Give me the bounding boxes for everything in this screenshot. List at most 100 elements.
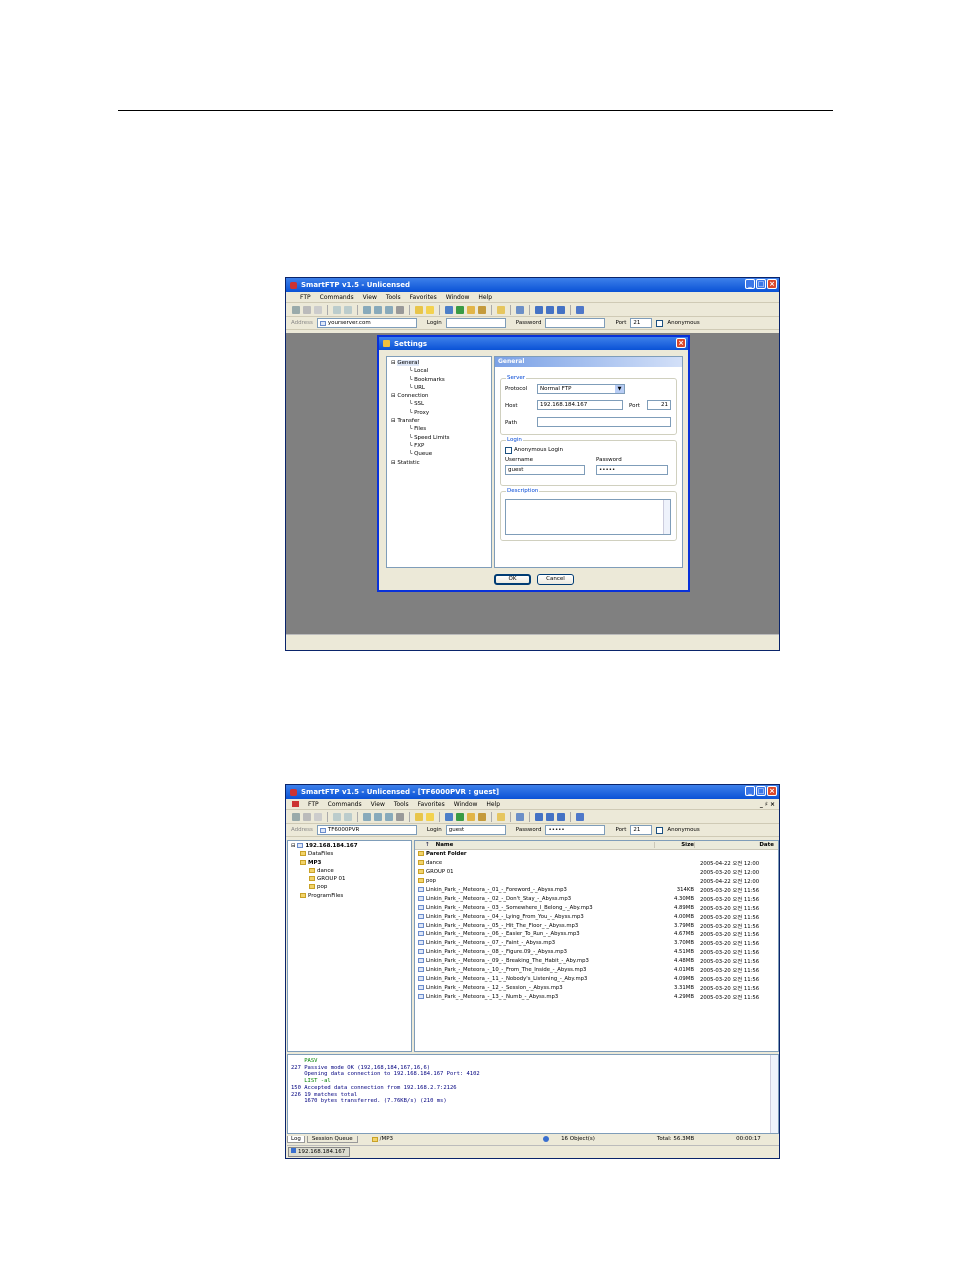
save-icon[interactable] bbox=[445, 305, 453, 314]
port-field[interactable]: 21 bbox=[647, 400, 671, 410]
login-field[interactable] bbox=[445, 318, 506, 328]
tree-item[interactable]: ⊟ Connection bbox=[391, 393, 491, 401]
menu-item-window[interactable]: Window bbox=[446, 294, 470, 301]
tab-log[interactable]: Log bbox=[287, 1135, 305, 1143]
close-button[interactable]: × bbox=[767, 786, 777, 796]
password-field[interactable]: ••••• bbox=[545, 825, 606, 835]
star-icon[interactable] bbox=[426, 812, 434, 821]
column-name[interactable]: ↑ Name bbox=[415, 842, 654, 848]
stop-icon[interactable] bbox=[314, 305, 322, 314]
host-field[interactable]: 192.168.184.167 bbox=[537, 400, 623, 410]
menu-item-favorites[interactable]: Favorites bbox=[410, 294, 437, 301]
menu-item-ftp[interactable]: FTP bbox=[308, 801, 319, 808]
file-row[interactable]: Linkin_Park_-_Meteora_-_08_-_Figure.09_-… bbox=[415, 948, 778, 957]
username-field[interactable]: guest bbox=[505, 465, 585, 475]
address-field[interactable]: yourserver.com bbox=[316, 318, 417, 328]
mdi-controls[interactable]: _ ♯ × bbox=[760, 801, 775, 808]
port-field[interactable]: 21 bbox=[630, 318, 653, 328]
queue-icon[interactable] bbox=[456, 812, 464, 821]
connect-icon[interactable] bbox=[292, 305, 300, 314]
port-field[interactable]: 21 bbox=[630, 825, 653, 835]
anonymous-checkbox[interactable] bbox=[656, 826, 664, 834]
favorites-icon[interactable] bbox=[415, 305, 423, 314]
transfer3-icon[interactable] bbox=[385, 305, 393, 314]
menu-item-ftp[interactable]: FTP bbox=[300, 294, 311, 301]
folder-icon[interactable] bbox=[467, 305, 475, 314]
password-field[interactable]: ••••• bbox=[596, 465, 668, 475]
tile-horizontal-icon[interactable] bbox=[535, 812, 543, 821]
paste-icon[interactable] bbox=[344, 812, 352, 821]
local-browser-icon[interactable] bbox=[478, 812, 486, 821]
folder-tree-item[interactable]: pop bbox=[291, 884, 411, 892]
local-browser-icon[interactable] bbox=[478, 305, 486, 314]
menu-item-view[interactable]: View bbox=[371, 801, 385, 808]
view-icon[interactable] bbox=[516, 812, 524, 821]
disconnect-icon[interactable] bbox=[303, 305, 311, 314]
tree-item[interactable]: └ URL bbox=[391, 385, 491, 393]
taskbar-connection-button[interactable]: 192.168.184.167 bbox=[288, 1147, 350, 1157]
star-icon[interactable] bbox=[426, 305, 434, 314]
file-row[interactable]: Linkin_Park_-_Meteora_-_05_-_Hit_The_Flo… bbox=[415, 921, 778, 930]
folder-tree-item[interactable]: DataFiles bbox=[291, 851, 411, 859]
file-row[interactable]: Linkin_Park_-_Meteora_-_04_-_Lying_From_… bbox=[415, 912, 778, 921]
file-row[interactable]: Linkin_Park_-_Meteora_-_12_-_Session_-_A… bbox=[415, 983, 778, 992]
file-row[interactable]: Linkin_Park_-_Meteora_-_13_-_Numb_-_Abys… bbox=[415, 992, 778, 1001]
protocol-select[interactable]: Normal FTP ▼ bbox=[537, 384, 625, 394]
tab-session-queue[interactable]: Session Queue bbox=[306, 1135, 358, 1143]
help-icon[interactable] bbox=[576, 305, 584, 314]
transfer-icon[interactable] bbox=[363, 812, 371, 821]
cascade-icon[interactable] bbox=[557, 812, 565, 821]
cascade-icon[interactable] bbox=[557, 305, 565, 314]
login-field[interactable]: guest bbox=[445, 825, 506, 835]
file-row[interactable]: dance 2005-04-22 오전 12:00 bbox=[415, 859, 778, 868]
scrollbar[interactable] bbox=[663, 500, 670, 534]
transfer2-icon[interactable] bbox=[374, 812, 382, 821]
paste-icon[interactable] bbox=[344, 305, 352, 314]
tile-vertical-icon[interactable] bbox=[546, 305, 554, 314]
tree-item[interactable]: └ Local bbox=[391, 368, 491, 376]
file-row[interactable]: pop 2005-04-22 오전 12:00 bbox=[415, 877, 778, 886]
stop-icon[interactable] bbox=[314, 812, 322, 821]
tree-item[interactable]: └ Files bbox=[391, 426, 491, 434]
password-field[interactable] bbox=[545, 318, 606, 328]
menu-item-help[interactable]: Help bbox=[478, 294, 492, 301]
file-row[interactable]: Linkin_Park_-_Meteora_-_01_-_Foreword_-_… bbox=[415, 886, 778, 895]
open-folder-icon[interactable] bbox=[497, 305, 505, 314]
save-icon[interactable] bbox=[445, 812, 453, 821]
pasv-icon[interactable] bbox=[396, 812, 404, 821]
close-button[interactable]: × bbox=[767, 279, 777, 289]
transfer2-icon[interactable] bbox=[374, 305, 382, 314]
file-row[interactable]: Parent Folder bbox=[415, 850, 778, 859]
view-icon[interactable] bbox=[516, 305, 524, 314]
column-date[interactable]: Date bbox=[694, 842, 778, 848]
folder-icon[interactable] bbox=[467, 812, 475, 821]
tree-item[interactable]: ⊟ General bbox=[391, 360, 491, 368]
menu-item-commands[interactable]: Commands bbox=[320, 294, 354, 301]
ok-button[interactable]: OK bbox=[494, 574, 531, 585]
favorites-icon[interactable] bbox=[415, 812, 423, 821]
tree-item[interactable]: └ Queue bbox=[391, 451, 491, 459]
tree-item[interactable]: └ Bookmarks bbox=[391, 377, 491, 385]
copy-icon[interactable] bbox=[333, 812, 341, 821]
settings-close-button[interactable]: × bbox=[676, 338, 686, 348]
file-row[interactable]: Linkin_Park_-_Meteora_-_06_-_Easier_To_R… bbox=[415, 930, 778, 939]
file-row[interactable]: Linkin_Park_-_Meteora_-_11_-_Nobody's_Li… bbox=[415, 974, 778, 983]
tree-item[interactable]: ⊟ Transfer bbox=[391, 418, 491, 426]
file-row[interactable]: Linkin_Park_-_Meteora_-_02_-_Don't_Stay_… bbox=[415, 894, 778, 903]
file-row[interactable]: Linkin_Park_-_Meteora_-_09_-_Breaking_Th… bbox=[415, 957, 778, 966]
transfer-icon[interactable] bbox=[363, 305, 371, 314]
transfer3-icon[interactable] bbox=[385, 812, 393, 821]
maximize-button[interactable]: □ bbox=[756, 786, 766, 796]
tree-item[interactable]: └ FXP bbox=[391, 443, 491, 451]
help-icon[interactable] bbox=[576, 812, 584, 821]
folder-tree-item[interactable]: ProgramFiles bbox=[291, 892, 411, 901]
folder-tree-item[interactable]: GROUP 01 bbox=[291, 876, 411, 884]
menu-item-tools[interactable]: Tools bbox=[394, 801, 409, 808]
minimize-button[interactable]: _ bbox=[745, 786, 755, 796]
folder-tree-item[interactable]: ⊟ 192.168.184.167 bbox=[291, 843, 411, 851]
menu-item-view[interactable]: View bbox=[363, 294, 377, 301]
menu-item-help[interactable]: Help bbox=[486, 801, 500, 808]
folder-tree-item[interactable]: dance bbox=[291, 867, 411, 876]
queue-icon[interactable] bbox=[456, 305, 464, 314]
minimize-button[interactable]: _ bbox=[745, 279, 755, 289]
